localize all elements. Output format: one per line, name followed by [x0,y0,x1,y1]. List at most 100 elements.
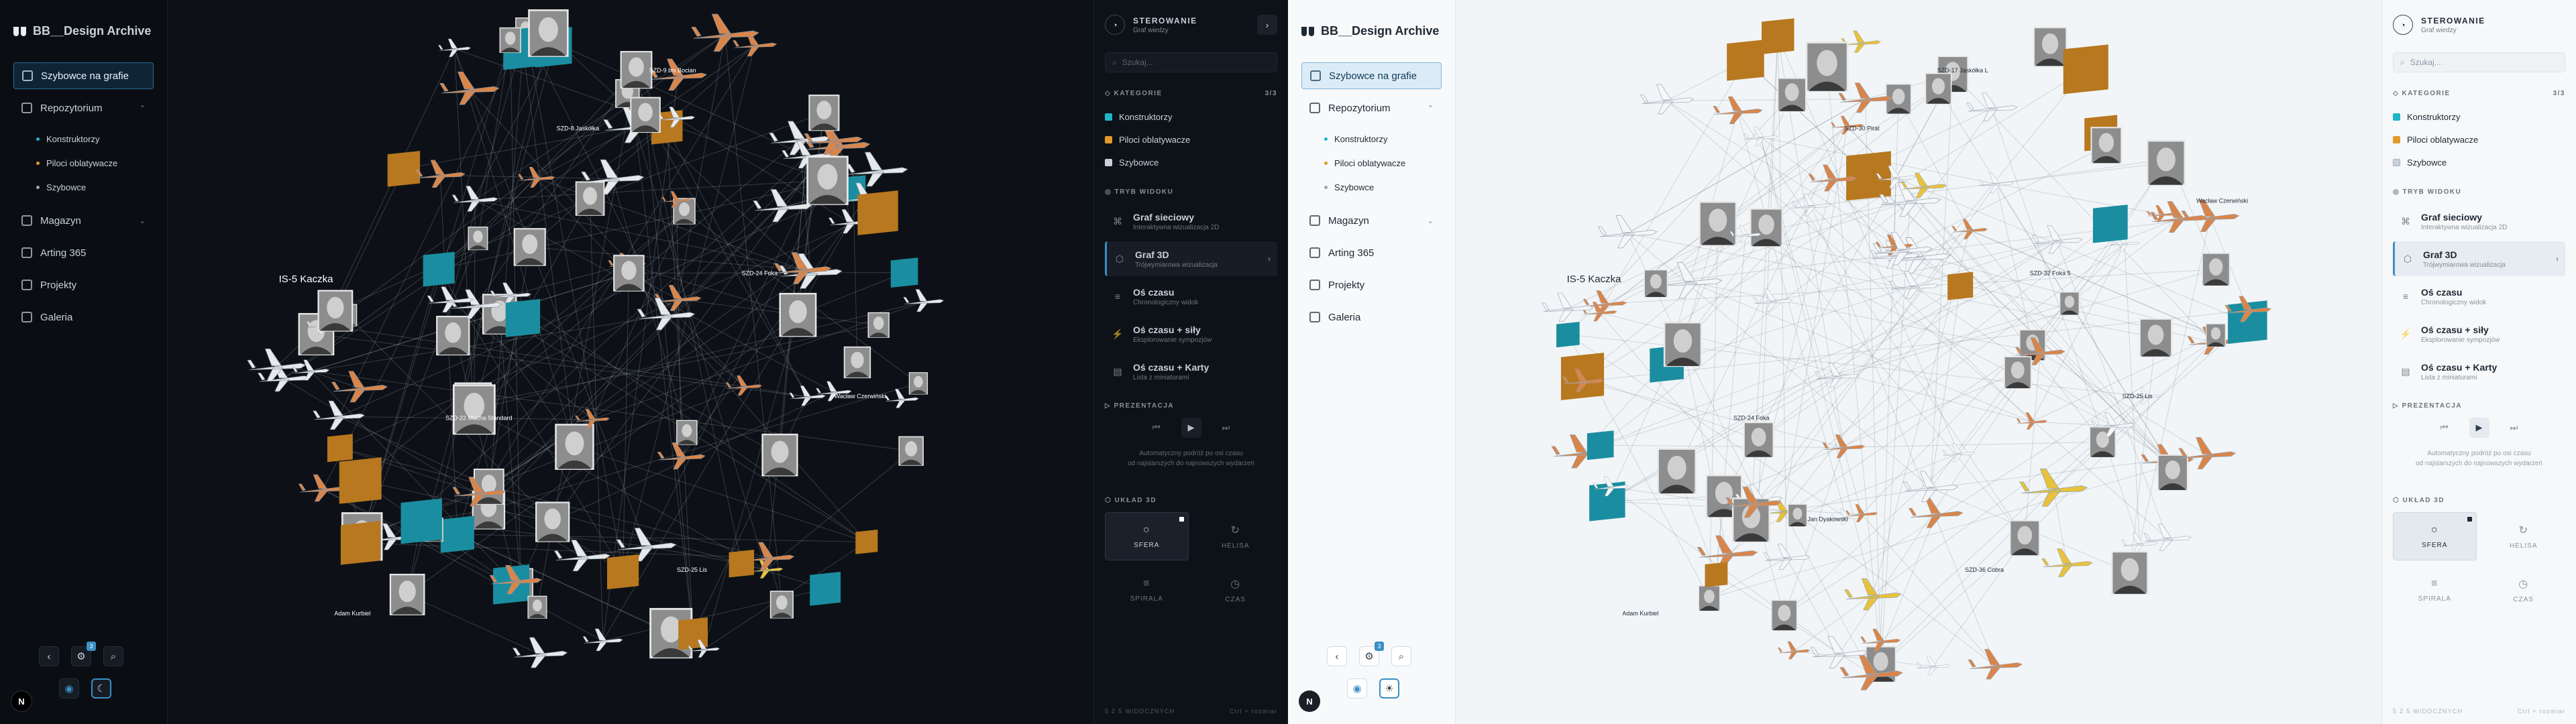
sidebar-item-glider-graph[interactable]: Szybowce na grafie [1301,62,1442,89]
sidebar-subitem-gliders[interactable]: Szybowce [1301,175,1442,199]
glider-node-icon[interactable] [2041,548,2093,577]
view-timeline-forces[interactable]: ⚡ Oś czasu + siły Eksplorowanie sympozjów [2393,316,2565,351]
sidebar-item-arting[interactable]: Arting 365 [1301,239,1442,266]
glider-node-icon[interactable] [1791,193,1832,217]
person-photo-node[interactable] [1663,321,1703,367]
category-square-node[interactable] [423,251,455,287]
glider-node-icon[interactable] [2016,412,2047,430]
layout-time[interactable]: ◷ CZAS [1194,566,1278,614]
glider-node-icon[interactable] [1597,215,1658,249]
view-graph-3d[interactable]: ⬡ Graf 3D Trójwymiarowa wizualizacja › [1105,241,1277,276]
person-photo-node[interactable] [2202,252,2231,286]
glider-node-icon[interactable] [415,160,466,188]
nav-avatar[interactable]: N [11,690,32,712]
person-photo-node[interactable] [1698,585,1721,611]
view-timeline-cards[interactable]: ▤ Oś czasu + Karty Lista z miniaturami [2393,354,2565,389]
category-square-node[interactable] [339,457,382,504]
glider-node-icon[interactable] [2121,532,2158,554]
person-photo-node[interactable] [867,312,890,338]
next-button[interactable]: ⏭ [2504,418,2524,438]
person-photo-node[interactable] [806,156,849,205]
next-button[interactable]: ⏭ [1216,418,1236,438]
glider-node-icon[interactable] [1713,96,1763,125]
person-photo-node[interactable] [630,97,661,133]
back-button[interactable]: ‹ [1327,646,1347,666]
glider-node-icon[interactable] [903,289,945,312]
glider-node-icon[interactable] [553,540,611,572]
person-photo-node[interactable] [535,501,570,542]
dark-mode-button[interactable]: ☾ [91,678,111,699]
person-photo-node[interactable] [1770,599,1798,631]
glider-node-icon[interactable] [789,385,826,406]
search-button[interactable]: ⌕ [103,646,123,666]
category-square-node[interactable] [1587,430,1614,461]
view-timeline[interactable]: ≡ Oś czasu Chronologiczny widok [1105,279,1277,314]
category-pilots[interactable]: Piloci oblatywacze [2393,128,2565,151]
brand[interactable]: BB__Design Archive [13,24,154,38]
glider-node-icon[interactable] [1916,656,1951,675]
search-input[interactable]: ⌕ Szukaj... [2393,52,2565,72]
person-photo-node[interactable] [769,591,794,619]
category-square-node[interactable] [855,530,878,554]
sidebar-item-projects[interactable]: Projekty [1301,272,1442,298]
sidebar-item-gallery[interactable]: Galeria [1301,304,1442,330]
previous-button[interactable]: ⏮ [2434,418,2455,438]
person-photo-node[interactable] [1657,448,1697,495]
layout-sphere[interactable]: ○ SFERA [1105,512,1189,560]
view-timeline[interactable]: ≡ Oś czasu Chronologiczny widok [2393,279,2565,314]
category-square-node[interactable] [857,190,898,235]
play-button[interactable]: ▶ [2469,418,2489,438]
category-square-node[interactable] [505,299,541,337]
person-photo-node[interactable] [620,51,653,89]
sidebar-item-projects[interactable]: Projekty [13,272,154,298]
person-photo-node[interactable] [779,292,817,337]
search-button[interactable]: ⌕ [1391,646,1411,666]
person-photo-node[interactable] [2009,520,2041,556]
glider-node-icon[interactable] [1978,173,2015,193]
category-square-node[interactable] [2063,44,2108,95]
person-photo-node[interactable] [2090,127,2123,164]
glider-node-icon[interactable] [1908,497,1964,528]
category-square-node[interactable] [1727,40,1764,81]
category-square-node[interactable] [327,434,353,463]
view-graph-3d[interactable]: ⬡ Graf 3D Trójwymiarowa wizualizacja › [2393,241,2565,276]
category-gliders[interactable]: Szybowce [1105,151,1277,174]
graph-3d-canvas[interactable]: IS-5 Kaczka SZD-9 bis Bocian SZD-8 Jaskółk… [168,0,1093,724]
glider-node-icon[interactable] [1777,641,1811,660]
sidebar-item-glider-graph[interactable]: Szybowce na grafie [13,62,154,89]
category-square-node[interactable] [2092,204,2128,243]
glider-node-icon[interactable] [1640,84,1695,115]
sidebar-subitem-constructors[interactable]: Konstruktorzy [13,127,154,151]
category-square-node[interactable] [340,521,381,565]
glider-node-icon[interactable] [439,71,500,105]
person-photo-node[interactable] [468,227,488,251]
person-photo-node[interactable] [761,433,798,477]
layout-time[interactable]: ◷ CZAS [2482,566,2566,614]
person-photo-node[interactable] [613,255,645,292]
category-square-node[interactable] [1762,18,1794,54]
person-photo-node[interactable] [1750,208,1783,247]
person-photo-node[interactable] [2146,139,2186,186]
person-photo-node[interactable] [808,95,840,131]
person-photo-node[interactable] [1805,42,1849,93]
person-photo-node[interactable] [452,384,496,435]
nav-avatar[interactable]: N [1299,690,1320,712]
glider-node-icon[interactable] [1889,271,1939,299]
person-photo-node[interactable] [843,346,871,379]
sidebar-subitem-constructors[interactable]: Konstruktorzy [1301,127,1442,151]
person-photo-node[interactable] [436,316,470,356]
sidebar-item-repository[interactable]: Repozytorium ⌃ [13,95,154,121]
glider-node-icon[interactable] [1968,649,2023,680]
graph-tool-button[interactable]: ⚙ 3 [1359,642,1384,666]
category-square-node[interactable] [607,554,639,590]
category-square-node[interactable] [440,516,474,553]
glider-node-icon[interactable] [725,375,763,396]
glider-node-icon[interactable] [649,58,707,91]
glider-node-icon[interactable] [247,349,307,381]
layout-helix[interactable]: ↻ HELISA [1194,512,1278,560]
person-photo-node[interactable] [1777,77,1807,112]
glider-node-icon[interactable] [512,637,568,668]
person-photo-node[interactable] [1743,422,1774,458]
glider-node-icon[interactable] [1542,292,1594,322]
person-photo-node[interactable] [317,290,354,332]
